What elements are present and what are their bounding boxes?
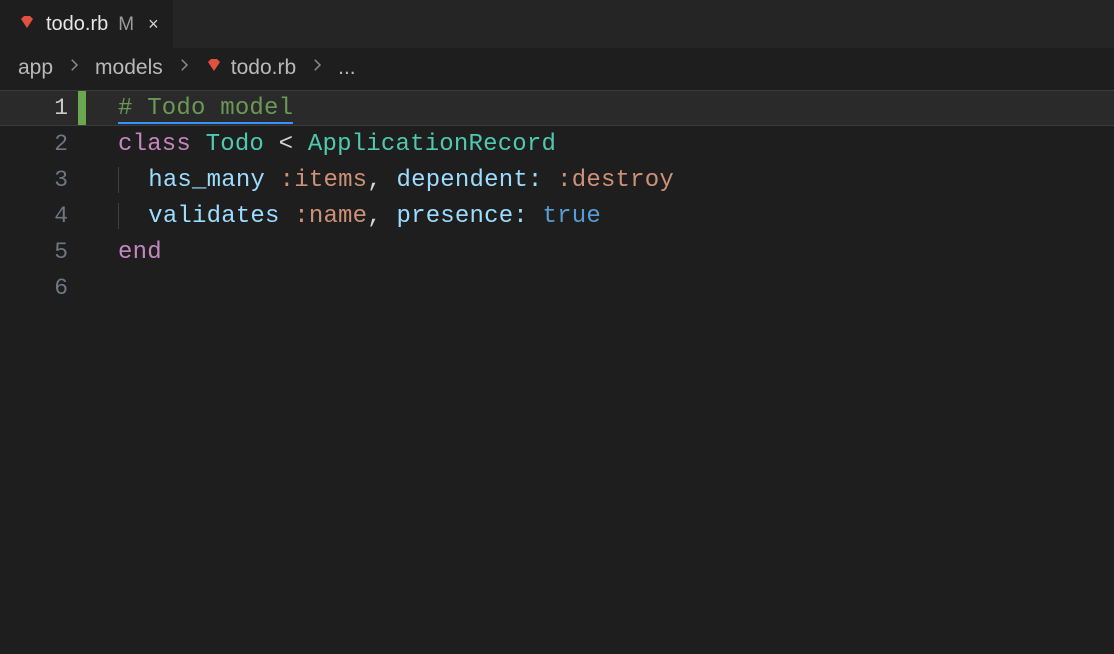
- gutter-marker: [78, 126, 86, 162]
- breadcrumb: app models todo.rb ...: [0, 48, 1114, 90]
- tab-todo-rb[interactable]: todo.rb M ×: [0, 0, 173, 48]
- line-number: 5: [0, 239, 78, 265]
- breadcrumb-ellipsis[interactable]: ...: [338, 56, 356, 80]
- token-method: validates: [148, 203, 279, 230]
- breadcrumb-label: app: [18, 56, 53, 80]
- token-punct: ,: [367, 203, 382, 230]
- breadcrumb-label: models: [95, 56, 163, 80]
- token-symbol: :items: [280, 167, 368, 194]
- code-line[interactable]: 2 class Todo < ApplicationRecord: [0, 126, 1114, 162]
- gutter-marker: [78, 198, 86, 234]
- token-param: presence:: [396, 203, 527, 230]
- tab-modified-indicator: M: [118, 14, 134, 36]
- code-line[interactable]: 5 end: [0, 234, 1114, 270]
- token-param: dependent:: [397, 167, 543, 194]
- chevron-right-icon: [308, 56, 326, 80]
- line-number: 1: [0, 95, 78, 121]
- ruby-icon: [205, 56, 223, 80]
- gutter-marker: [78, 234, 86, 270]
- code-editor[interactable]: 1 # Todo model 2 class Todo < Applicatio…: [0, 90, 1114, 306]
- code-content[interactable]: [86, 270, 118, 306]
- gutter-modified-marker: [78, 91, 86, 125]
- code-content[interactable]: has_many :items , dependent: :destroy: [86, 162, 674, 198]
- chevron-right-icon: [175, 56, 193, 80]
- code-content[interactable]: class Todo < ApplicationRecord: [86, 126, 556, 162]
- close-icon[interactable]: ×: [144, 14, 159, 35]
- token-punct: ,: [367, 167, 382, 194]
- token-keyword: end: [118, 239, 162, 266]
- token-class: Todo: [206, 131, 264, 158]
- code-line[interactable]: 6: [0, 270, 1114, 306]
- token-comment: # Todo model: [118, 95, 293, 122]
- code-line[interactable]: 4 validates :name , presence: true: [0, 198, 1114, 234]
- breadcrumb-item-models[interactable]: models: [95, 56, 163, 80]
- code-content[interactable]: end: [86, 234, 162, 270]
- code-line[interactable]: 3 has_many :items , dependent: :destroy: [0, 162, 1114, 198]
- token-operator: <: [279, 131, 294, 158]
- gutter-marker: [78, 162, 86, 198]
- tab-bar: todo.rb M ×: [0, 0, 1114, 48]
- line-number: 2: [0, 131, 78, 157]
- code-content[interactable]: validates :name , presence: true: [86, 198, 601, 234]
- token-keyword: class: [118, 131, 191, 158]
- breadcrumb-label: todo.rb: [231, 56, 296, 80]
- line-number: 3: [0, 167, 78, 193]
- token-class: ApplicationRecord: [308, 131, 556, 158]
- breadcrumb-item-app[interactable]: app: [18, 56, 53, 80]
- line-number: 6: [0, 275, 78, 301]
- code-content[interactable]: # Todo model: [86, 91, 293, 125]
- token-symbol: :destroy: [557, 167, 674, 194]
- token-boolean: true: [543, 203, 601, 230]
- token-symbol: :name: [294, 203, 367, 230]
- token-method: has_many: [148, 167, 265, 194]
- code-line[interactable]: 1 # Todo model: [0, 90, 1114, 126]
- line-number: 4: [0, 203, 78, 229]
- ruby-icon: [18, 13, 36, 37]
- breadcrumb-item-file[interactable]: todo.rb: [205, 56, 296, 80]
- chevron-right-icon: [65, 56, 83, 80]
- gutter-marker: [78, 270, 86, 306]
- tab-filename: todo.rb: [46, 13, 108, 36]
